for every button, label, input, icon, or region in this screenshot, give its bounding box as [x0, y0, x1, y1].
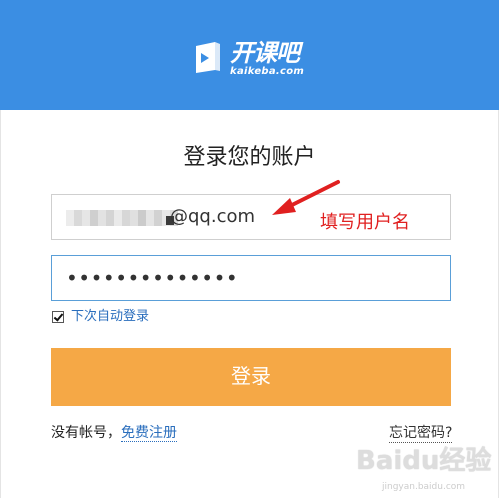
- remember-checkbox[interactable]: [52, 311, 64, 323]
- logo-en-text: kaikeba.com: [230, 66, 305, 77]
- logo-book-icon: [193, 40, 223, 74]
- baidu-watermark: Baidu经验 jingyan.baidu.com: [356, 446, 492, 492]
- register-prompt: 没有帐号，免费注册: [51, 424, 177, 442]
- brand-header: 开课吧 kaikeba.com: [0, 0, 499, 110]
- remember-label[interactable]: 下次自动登录: [71, 309, 149, 325]
- logo-wordmark: 开课吧 kaikeba.com: [230, 40, 304, 77]
- password-field[interactable]: ••••••••••••••: [51, 255, 451, 301]
- kaikeba-logo[interactable]: 开课吧 kaikeba.com: [193, 40, 304, 77]
- login-button[interactable]: 登录: [51, 348, 451, 406]
- forgot-password-link[interactable]: 忘记密码?: [389, 424, 453, 443]
- watermark-sub: jingyan.baidu.com: [382, 482, 466, 492]
- username-value: @qq.com: [170, 206, 256, 227]
- watermark-main: Baidu经验: [356, 446, 492, 476]
- annotation-label: 填写用户名: [320, 212, 410, 233]
- password-value: ••••••••••••••: [66, 266, 239, 290]
- remember-me[interactable]: 下次自动登录: [52, 309, 149, 325]
- logo-cn-text: 开课吧: [230, 39, 300, 67]
- redacted-username-mosaic: [66, 210, 178, 226]
- register-link[interactable]: 免费注册: [121, 425, 177, 442]
- no-account-text: 没有帐号，: [51, 425, 121, 441]
- page-title: 登录您的账户: [183, 145, 316, 170]
